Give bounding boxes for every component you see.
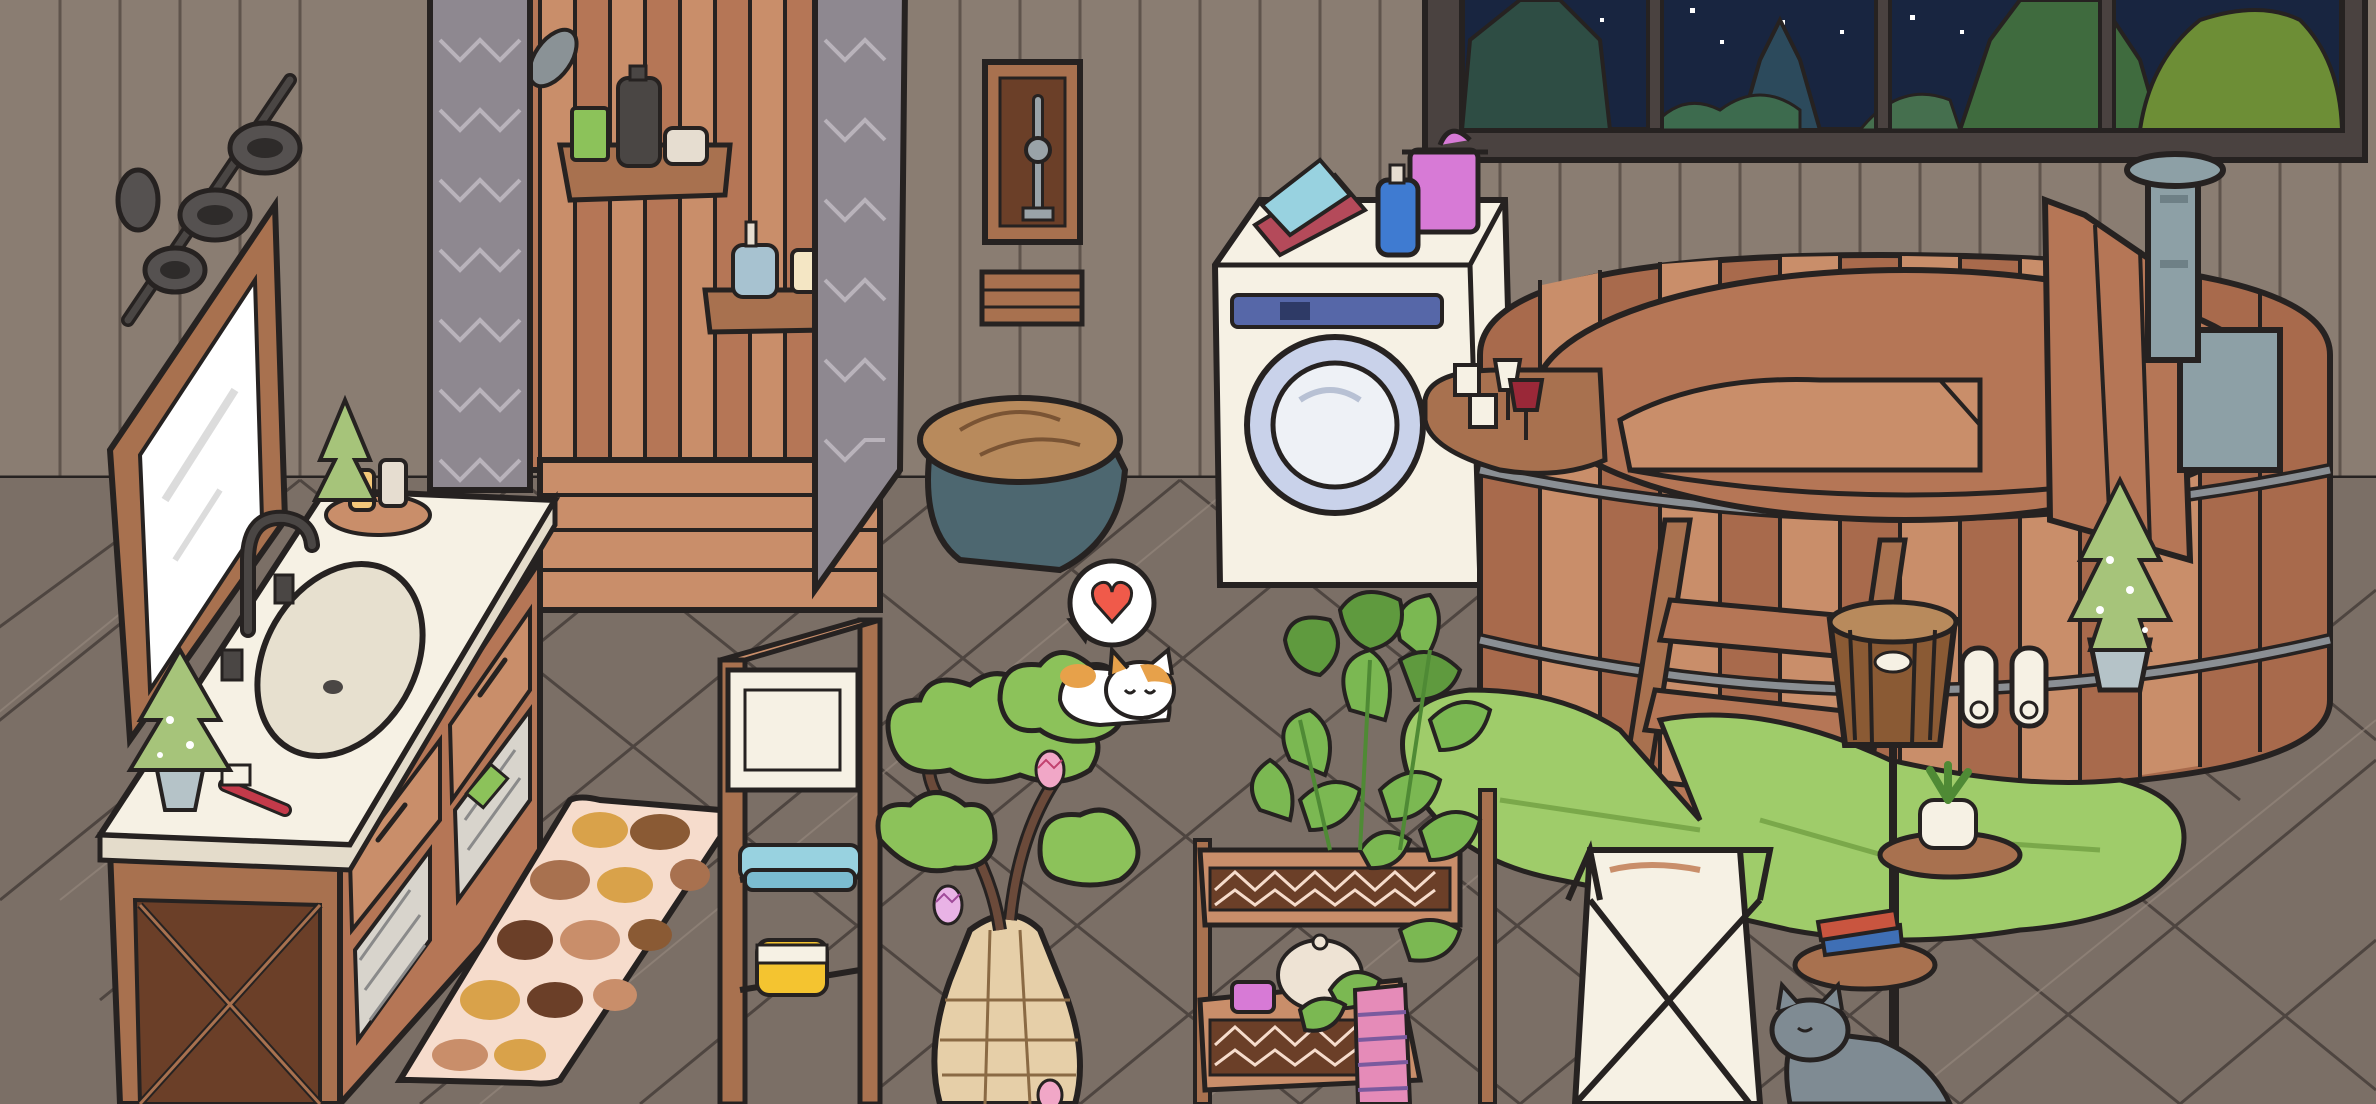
wall-shower-fixture[interactable] bbox=[979, 59, 1085, 327]
washing-machine[interactable] bbox=[1211, 128, 1519, 588]
laundry-basket[interactable] bbox=[1565, 840, 1774, 1104]
stone-stool[interactable] bbox=[917, 395, 1129, 574]
night-window[interactable] bbox=[1422, 0, 2368, 163]
room-scene bbox=[0, 0, 2376, 1104]
heart-speech-bubble[interactable] bbox=[1066, 558, 1157, 648]
